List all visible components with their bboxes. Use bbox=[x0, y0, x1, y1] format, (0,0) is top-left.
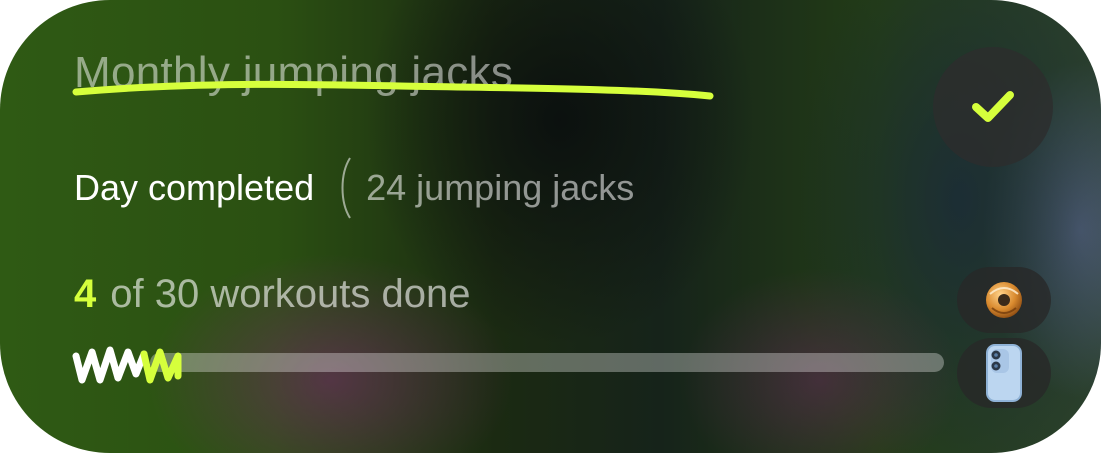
status-text: Day completed bbox=[74, 167, 315, 208]
progress-squiggle bbox=[72, 346, 182, 384]
progress-summary: 4 of 30 workouts done bbox=[74, 272, 470, 317]
donut-icon bbox=[986, 282, 1022, 318]
progress-label: of 30 workouts done bbox=[110, 272, 471, 316]
progress-track bbox=[150, 353, 944, 372]
detail-text: 24 jumping jacks bbox=[366, 167, 635, 208]
status-row: Day completed 24 jumping jacks bbox=[74, 156, 634, 220]
goal-card[interactable]: Monthly jumping jacks Day completed 24 j… bbox=[0, 0, 1101, 453]
separator-bracket bbox=[341, 157, 351, 219]
progress-count: 4 bbox=[74, 272, 97, 316]
phone-icon bbox=[986, 344, 1022, 402]
checkmark-icon bbox=[972, 91, 1014, 122]
avatar-donut[interactable] bbox=[957, 267, 1051, 333]
complete-button[interactable] bbox=[933, 47, 1053, 167]
strikethrough-scribble bbox=[72, 80, 714, 100]
avatar-phone[interactable] bbox=[957, 338, 1051, 408]
